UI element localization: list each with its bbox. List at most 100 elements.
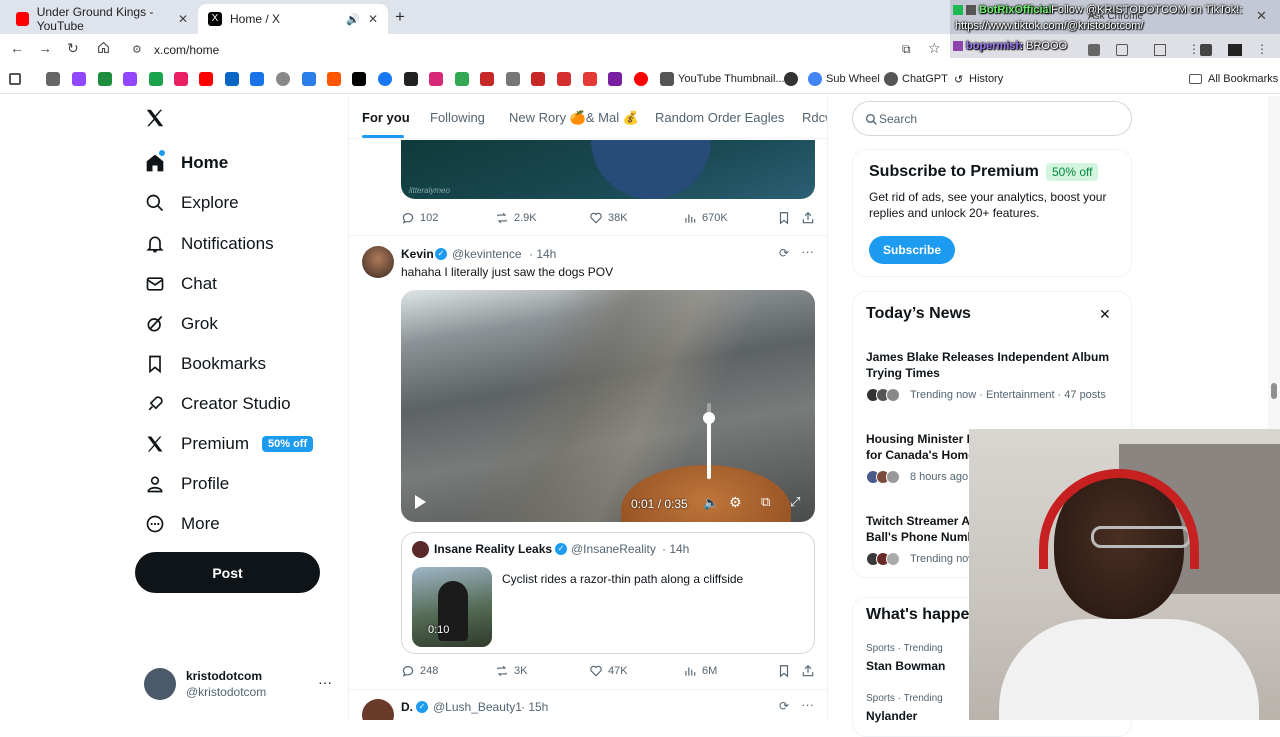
new-tab-icon[interactable]: + (395, 7, 405, 27)
chatgpt-icon[interactable] (884, 72, 898, 86)
x-logo-icon[interactable] (352, 72, 366, 86)
close-icon[interactable]: ✕ (1099, 306, 1111, 323)
bookmark-icon[interactable] (506, 72, 520, 86)
settings-icon[interactable]: ⚙ (729, 494, 742, 511)
trend-name[interactable]: Stan Bowman (866, 659, 945, 673)
author-name[interactable]: Kevin (401, 247, 434, 261)
bookmark-icon[interactable] (225, 72, 239, 86)
sidebar-item-profile[interactable]: Profile (144, 467, 229, 501)
play-icon[interactable] (415, 495, 426, 509)
bookmark-icon[interactable] (46, 72, 60, 86)
news-item-title[interactable]: James Blake Releases Independent Album T… (866, 349, 1116, 381)
sidebar-item-bookmarks[interactable]: Bookmarks (144, 347, 266, 381)
close-tab-icon[interactable]: ✕ (368, 12, 378, 26)
extension-icon[interactable] (1116, 44, 1128, 56)
author-handle[interactable]: @kevintence (452, 247, 522, 261)
repost-button[interactable]: 3K (495, 664, 527, 678)
twitch-icon[interactable] (72, 72, 86, 86)
bookmark-icon[interactable] (480, 72, 494, 86)
author-handle[interactable]: @Lush_Beauty1 (433, 700, 522, 714)
share-button[interactable] (801, 211, 815, 225)
bookmark-icon[interactable] (660, 72, 674, 86)
youtube-icon[interactable] (634, 72, 648, 86)
twitch-icon[interactable] (123, 72, 137, 86)
avatar[interactable] (362, 699, 394, 720)
more-icon[interactable]: ··· (318, 674, 332, 690)
tab-list[interactable]: Random Order Eagles (655, 110, 784, 125)
extension-icon[interactable] (1228, 44, 1242, 56)
tab-list[interactable]: Rdcw (802, 110, 827, 125)
volume-slider-knob[interactable] (703, 412, 715, 424)
sidebar-item-premium[interactable]: Premium 50% off (144, 427, 314, 461)
google-icon[interactable] (808, 72, 822, 86)
reply-button[interactable]: 102 (401, 211, 438, 225)
bookmark-icon[interactable] (531, 72, 545, 86)
grok-icon[interactable]: ⟳ (779, 246, 789, 260)
sidebar-item-more[interactable]: More (144, 507, 220, 541)
extension-icon[interactable] (1088, 44, 1100, 56)
facebook-icon[interactable] (378, 72, 392, 86)
address-bar[interactable]: ⚙ x.com/home (122, 37, 942, 63)
window-close-icon[interactable]: ✕ (1256, 8, 1267, 24)
bookmark-icon[interactable] (98, 72, 112, 86)
reload-icon[interactable]: ↻ (67, 40, 79, 57)
post-media[interactable]: litteralymeo (401, 140, 815, 199)
news-item-title[interactable]: Housing Minister E for Canada's Home (866, 431, 976, 463)
post-button[interactable]: Post (135, 552, 320, 593)
bookmark-history[interactable]: History (969, 73, 1003, 85)
repost-button[interactable]: 2.9K (495, 211, 537, 225)
post-time[interactable]: · 14h (529, 247, 556, 261)
back-icon[interactable]: ← (10, 40, 24, 56)
bookmark-icon[interactable] (455, 72, 469, 86)
install-icon[interactable]: ⧉ (902, 42, 911, 57)
youtube-icon[interactable] (199, 72, 213, 86)
reply-button[interactable]: 248 (401, 664, 438, 678)
like-button[interactable]: 47K (589, 664, 628, 678)
soundcloud-icon[interactable] (327, 72, 341, 86)
search-box[interactable]: Search (852, 101, 1132, 136)
x-logo[interactable] (144, 107, 166, 134)
like-button[interactable]: 38K (589, 211, 628, 225)
bookmark-icon[interactable] (583, 72, 597, 86)
speaker-icon[interactable]: 🔊 (346, 13, 360, 26)
ask-chrome-button[interactable]: Ask Chrome (1088, 11, 1143, 22)
browser-tab-youtube[interactable]: Under Ground Kings - YouTube ✕ (6, 4, 198, 34)
quoted-post[interactable]: Insane Reality Leaks ✓ @InsaneReality · … (401, 532, 815, 654)
apps-icon[interactable] (9, 73, 21, 85)
bookmark-button[interactable] (777, 211, 791, 225)
fullscreen-icon[interactable]: ⤢ (790, 494, 800, 510)
menu-icon[interactable]: ⋮ (1256, 42, 1268, 56)
forward-icon[interactable]: → (38, 40, 52, 56)
bookmark-star-icon[interactable]: ☆ (928, 40, 941, 57)
volume-icon[interactable]: 🔈 (703, 495, 719, 511)
author-name[interactable]: D. (401, 700, 413, 714)
instagram-icon[interactable] (429, 72, 443, 86)
views-button[interactable]: 670K (683, 211, 728, 225)
bookmark-icon[interactable] (608, 72, 622, 86)
close-tab-icon[interactable]: ✕ (178, 12, 188, 26)
globe-icon[interactable] (276, 72, 290, 86)
mail-icon[interactable] (250, 72, 264, 86)
bookmark-icon[interactable] (149, 72, 163, 86)
post-time[interactable]: · 15h (521, 700, 548, 714)
scrollbar-thumb[interactable] (1271, 383, 1277, 399)
subscribe-button[interactable]: Subscribe (869, 236, 955, 264)
amazon-icon[interactable] (404, 72, 418, 86)
more-icon[interactable]: ··· (801, 244, 814, 259)
views-button[interactable]: 6M (683, 664, 717, 678)
bookmark-chatgpt[interactable]: ChatGPT (902, 73, 948, 85)
bookmark-icon[interactable] (784, 72, 798, 86)
all-bookmarks[interactable]: All Bookmarks (1208, 73, 1278, 85)
more-icon[interactable]: ··· (801, 697, 814, 712)
trend-name[interactable]: Nylander (866, 709, 917, 723)
sidebar-item-grok[interactable]: Grok (144, 307, 218, 341)
tab-for-you[interactable]: For you (362, 110, 410, 125)
share-button[interactable] (801, 664, 815, 678)
grok-icon[interactable]: ⟳ (779, 699, 789, 713)
bookmark-sub-wheel[interactable]: Sub Wheel (826, 73, 880, 85)
bookmark-button[interactable] (777, 664, 791, 678)
pip-icon[interactable]: ⧉ (761, 494, 770, 510)
site-info-icon[interactable]: ⚙ (132, 43, 142, 56)
tab-following[interactable]: Following (430, 110, 485, 125)
home-icon[interactable] (97, 41, 110, 59)
